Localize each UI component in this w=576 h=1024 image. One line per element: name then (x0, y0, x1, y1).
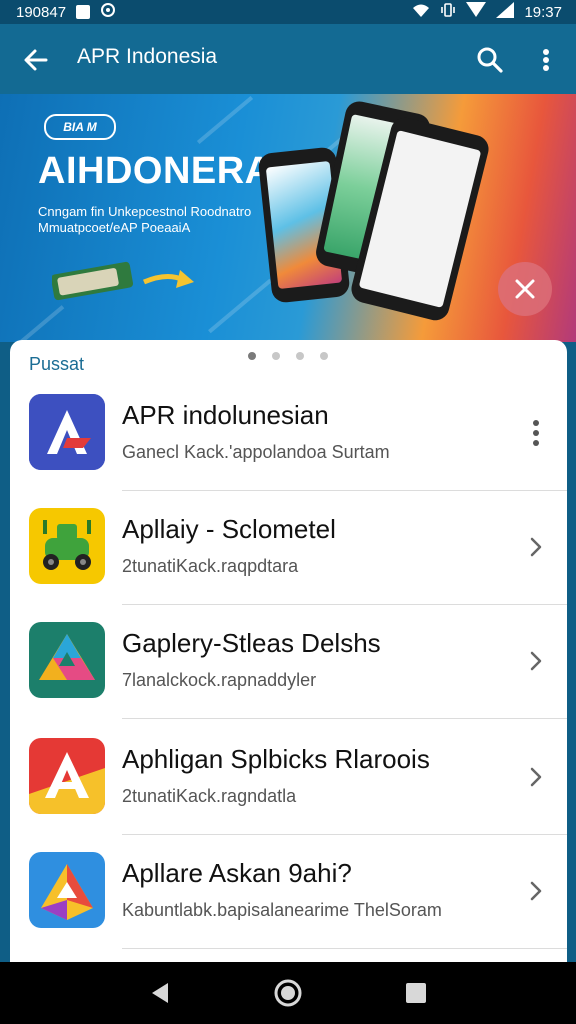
signal-icon (466, 2, 487, 22)
list-item[interactable]: Apllare Askan 9ahi? Kabuntlabk.bapisalan… (10, 852, 567, 966)
banner-stripe (196, 95, 254, 145)
promo-banner[interactable]: BIA M AIHDONERA Cnngam fin Unkepcestnol … (0, 94, 576, 342)
settings-icon (100, 2, 116, 22)
app-subtitle: Ganecl Kack.'appolandoa Surtam (122, 442, 390, 462)
search-icon[interactable] (474, 44, 506, 76)
page-title: APR Indonesia (77, 45, 218, 68)
app-name: APR indolunesian (122, 400, 329, 430)
chevron-right-icon[interactable] (526, 644, 546, 678)
gem-app-icon (29, 852, 105, 928)
banner-tagline: Cnngam fin Unkepcestnol Roodnatro (38, 204, 252, 219)
list-item[interactable]: APR indolunesian Ganecl Kack.'appolandoa… (10, 394, 567, 508)
carousel-dot[interactable] (272, 352, 280, 360)
play-triangle-app-icon (29, 622, 105, 698)
more-vertical-icon[interactable] (534, 44, 558, 76)
wifi-icon (412, 2, 430, 22)
status-time: 19:37 (524, 3, 562, 21)
app-name: Aphligan Splbicks Rlaroois (122, 744, 430, 774)
app-name: Apllaiy - Sclometel (122, 514, 336, 544)
app-subtitle: Kabuntlabk.bapisalanearime ThelSoram (122, 900, 442, 920)
device-illustration (52, 261, 194, 301)
apr-app-icon (29, 394, 105, 470)
app-name: Apllare Askan 9ahi? (122, 858, 352, 888)
battery-icon (496, 2, 515, 22)
app-subtitle: 2tunatiKack.raqpdtara (122, 556, 299, 576)
banner-headline: AIHDONERA (38, 150, 273, 192)
app-list-card: Pussat APR indolunesian Ganecl Kack.'app… (10, 340, 567, 980)
robot-car-app-icon (29, 508, 105, 584)
status-bar: 190847 19:37 (0, 0, 576, 24)
divider (122, 490, 567, 491)
system-nav-bar (0, 962, 576, 1024)
divider (122, 604, 567, 605)
close-icon (515, 279, 535, 299)
dismiss-banner-button[interactable] (498, 262, 552, 316)
home-circle-icon[interactable] (272, 977, 304, 1009)
carousel-dot[interactable] (320, 352, 328, 360)
app-subtitle: 2tunatiKack.ragndatla (122, 786, 297, 806)
red-a-app-icon (29, 738, 105, 814)
divider (122, 718, 567, 719)
photo-icon (76, 5, 91, 19)
section-title: Pussat (29, 354, 85, 374)
app-bar: APR Indonesia (0, 24, 576, 94)
banner-stripe (208, 278, 272, 334)
chevron-right-icon[interactable] (526, 530, 546, 564)
back-arrow-icon[interactable] (20, 44, 52, 76)
list-item[interactable]: Aphligan Splbicks Rlaroois 2tunatiKack.r… (10, 738, 567, 852)
chevron-right-icon[interactable] (526, 874, 546, 908)
status-left-text: 190847 (16, 3, 67, 21)
more-options-icon[interactable] (526, 416, 546, 450)
vibrate-icon (440, 2, 456, 22)
back-triangle-icon[interactable] (146, 977, 178, 1009)
chevron-right-icon[interactable] (526, 760, 546, 794)
carousel-dot[interactable] (248, 352, 256, 360)
divider (122, 948, 567, 949)
carousel-dot[interactable] (296, 352, 304, 360)
banner-stripe (15, 305, 65, 342)
app-name: Gaplery-Stleas Delshs (122, 628, 381, 658)
app-subtitle: 7lanalckock.rapnaddyler (122, 670, 317, 690)
list-item[interactable]: Apllaiy - Sclometel 2tunatiKack.raqpdtar… (10, 508, 567, 622)
carousel-indicator (248, 352, 328, 360)
list-item[interactable]: Gaplery-Stleas Delshs 7lanalckock.rapnad… (10, 622, 567, 736)
banner-tagline: Mmuatpcoet/eAP PoeaaiA (38, 220, 191, 235)
divider (122, 834, 567, 835)
banner-badge: BIA M (44, 114, 116, 140)
recents-square-icon[interactable] (400, 977, 432, 1009)
